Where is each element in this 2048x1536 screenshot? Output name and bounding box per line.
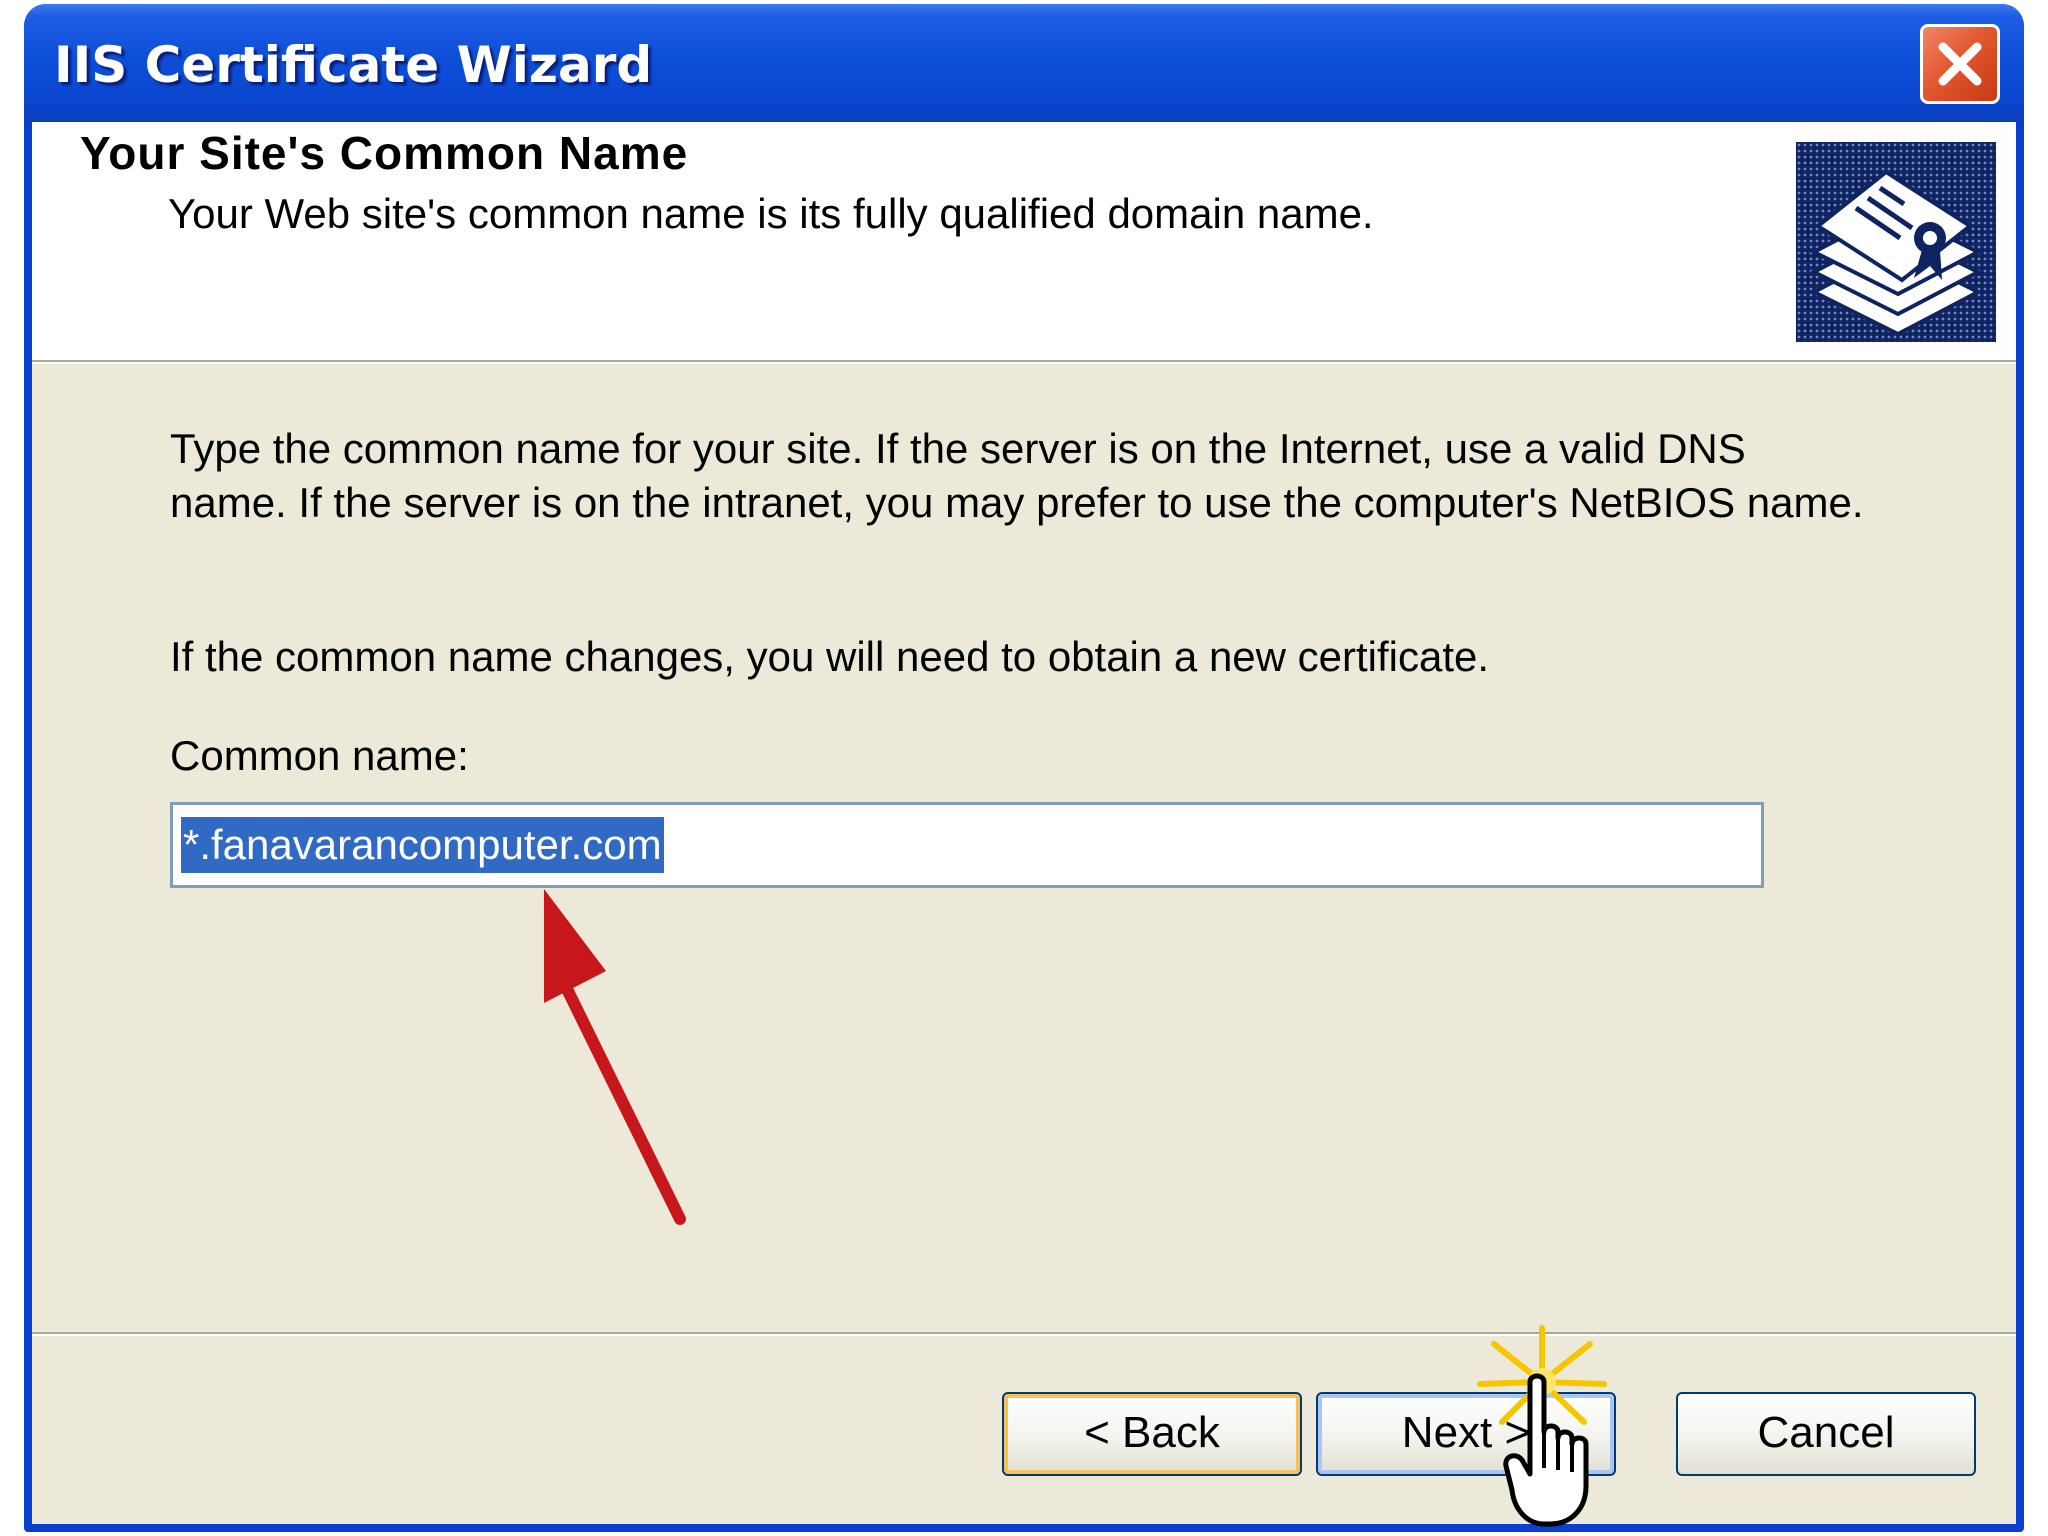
close-icon — [1938, 42, 1982, 86]
header-separator — [32, 360, 2016, 364]
certificate-note: If the common name changes, you will nee… — [170, 633, 1490, 680]
red-arrow-icon — [544, 889, 686, 1225]
back-button[interactable]: < Back — [1002, 1392, 1302, 1476]
common-name-value: *.fanavarancomputer.com — [181, 817, 664, 873]
certificate-stack-icon — [1796, 142, 1996, 342]
window-title: IIS Certificate Wizard — [54, 36, 653, 94]
close-button[interactable] — [1920, 24, 2000, 104]
wizard-window: IIS Certificate Wizard Your Site's Commo… — [24, 4, 2024, 1532]
cancel-button[interactable]: Cancel — [1676, 1392, 1976, 1476]
hand-cursor-icon — [1503, 1373, 1589, 1527]
title-bar[interactable]: IIS Certificate Wizard — [24, 4, 2024, 122]
wizard-header: Your Site's Common Name Your Web site's … — [32, 122, 2016, 360]
page-title: Your Site's Common Name — [80, 127, 689, 179]
common-name-label: Common name: — [170, 732, 469, 779]
footer-separator — [32, 1332, 2016, 1336]
instructions-text: Type the common name for your site. If t… — [170, 425, 1864, 526]
page-subtitle: Your Web site's common name is its fully… — [168, 190, 1374, 237]
wizard-page: Your Site's Common Name Your Web site's … — [32, 122, 2016, 1527]
common-name-input[interactable]: *.fanavarancomputer.com — [170, 802, 1764, 888]
